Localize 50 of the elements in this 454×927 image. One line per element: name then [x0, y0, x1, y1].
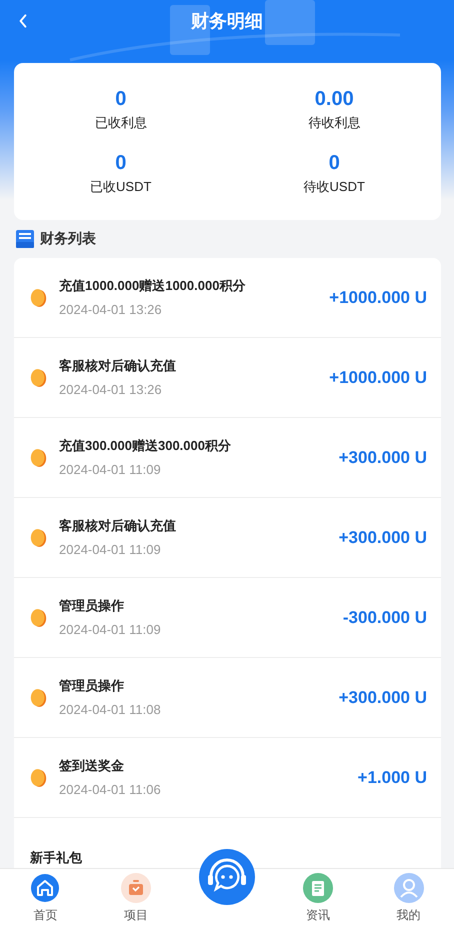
tab-item[interactable]: 我的	[363, 869, 454, 927]
coin-icon	[30, 768, 47, 788]
coin-icon	[30, 288, 47, 308]
stat-label: 待收USDT	[304, 178, 365, 196]
record-title: 管理员操作	[59, 596, 125, 614]
record-time: 2024-04-01 11:09	[59, 460, 162, 478]
record-title: 新手礼包	[30, 848, 83, 866]
record-amount: +1000.000 U	[329, 368, 427, 388]
record-time: 2024-04-01 11:08	[59, 700, 162, 718]
stat-value: 0	[328, 152, 340, 174]
record-amount: +300.000 U	[338, 528, 427, 548]
record-time: 2024-04-01 11:06	[59, 780, 162, 798]
record-title: 充值1000.000赠送1000.000积分	[59, 276, 246, 294]
record-time: 2024-04-01 11:09	[59, 620, 162, 638]
coin-icon	[30, 608, 47, 628]
notepad-icon	[302, 873, 333, 903]
section-title: 财务列表	[40, 230, 96, 248]
record-amount: +1000.000 U	[329, 288, 427, 308]
coin-icon	[30, 528, 47, 548]
record-title: 客服核对后确认充值	[59, 356, 177, 374]
coin-icon	[30, 368, 47, 388]
list-icon	[16, 230, 34, 248]
stat-label: 已收利息	[94, 114, 147, 132]
record-time: 2024-04-01 13:26	[59, 300, 163, 318]
customer-service-button[interactable]	[198, 849, 255, 905]
record-amount: +300.000 U	[338, 688, 427, 708]
bag-icon	[121, 873, 152, 903]
home-icon	[30, 873, 60, 903]
record-title: 签到送奖金	[59, 756, 125, 774]
record-amount: +300.000 U	[338, 448, 427, 468]
tab-item[interactable]: 资讯	[272, 869, 364, 927]
back-icon[interactable]	[18, 13, 28, 29]
record-amount: +1.000 U	[358, 768, 427, 788]
coin-icon	[30, 448, 47, 468]
stat-label: 待收利息	[308, 114, 360, 132]
stat-value: 0	[115, 152, 126, 174]
stat-label: 已收USDT	[90, 178, 152, 196]
coin-icon	[30, 688, 47, 708]
record-time: 2024-04-01 13:26	[59, 380, 163, 398]
stat-value: 0.00	[314, 88, 354, 110]
record-time: 2024-04-01 11:09	[59, 540, 162, 558]
page-title: 财务明细	[191, 10, 263, 33]
record-title: 客服核对后确认充值	[59, 516, 177, 534]
user-icon	[394, 873, 424, 903]
tab-item[interactable]: 项目	[90, 869, 182, 927]
tab-item[interactable]: 首页	[0, 869, 91, 927]
record-title: 管理员操作	[59, 676, 125, 694]
stat-value: 0	[115, 88, 126, 110]
record-amount: -300.000 U	[342, 608, 427, 628]
record-title: 充值300.000赠送300.000积分	[59, 436, 232, 454]
